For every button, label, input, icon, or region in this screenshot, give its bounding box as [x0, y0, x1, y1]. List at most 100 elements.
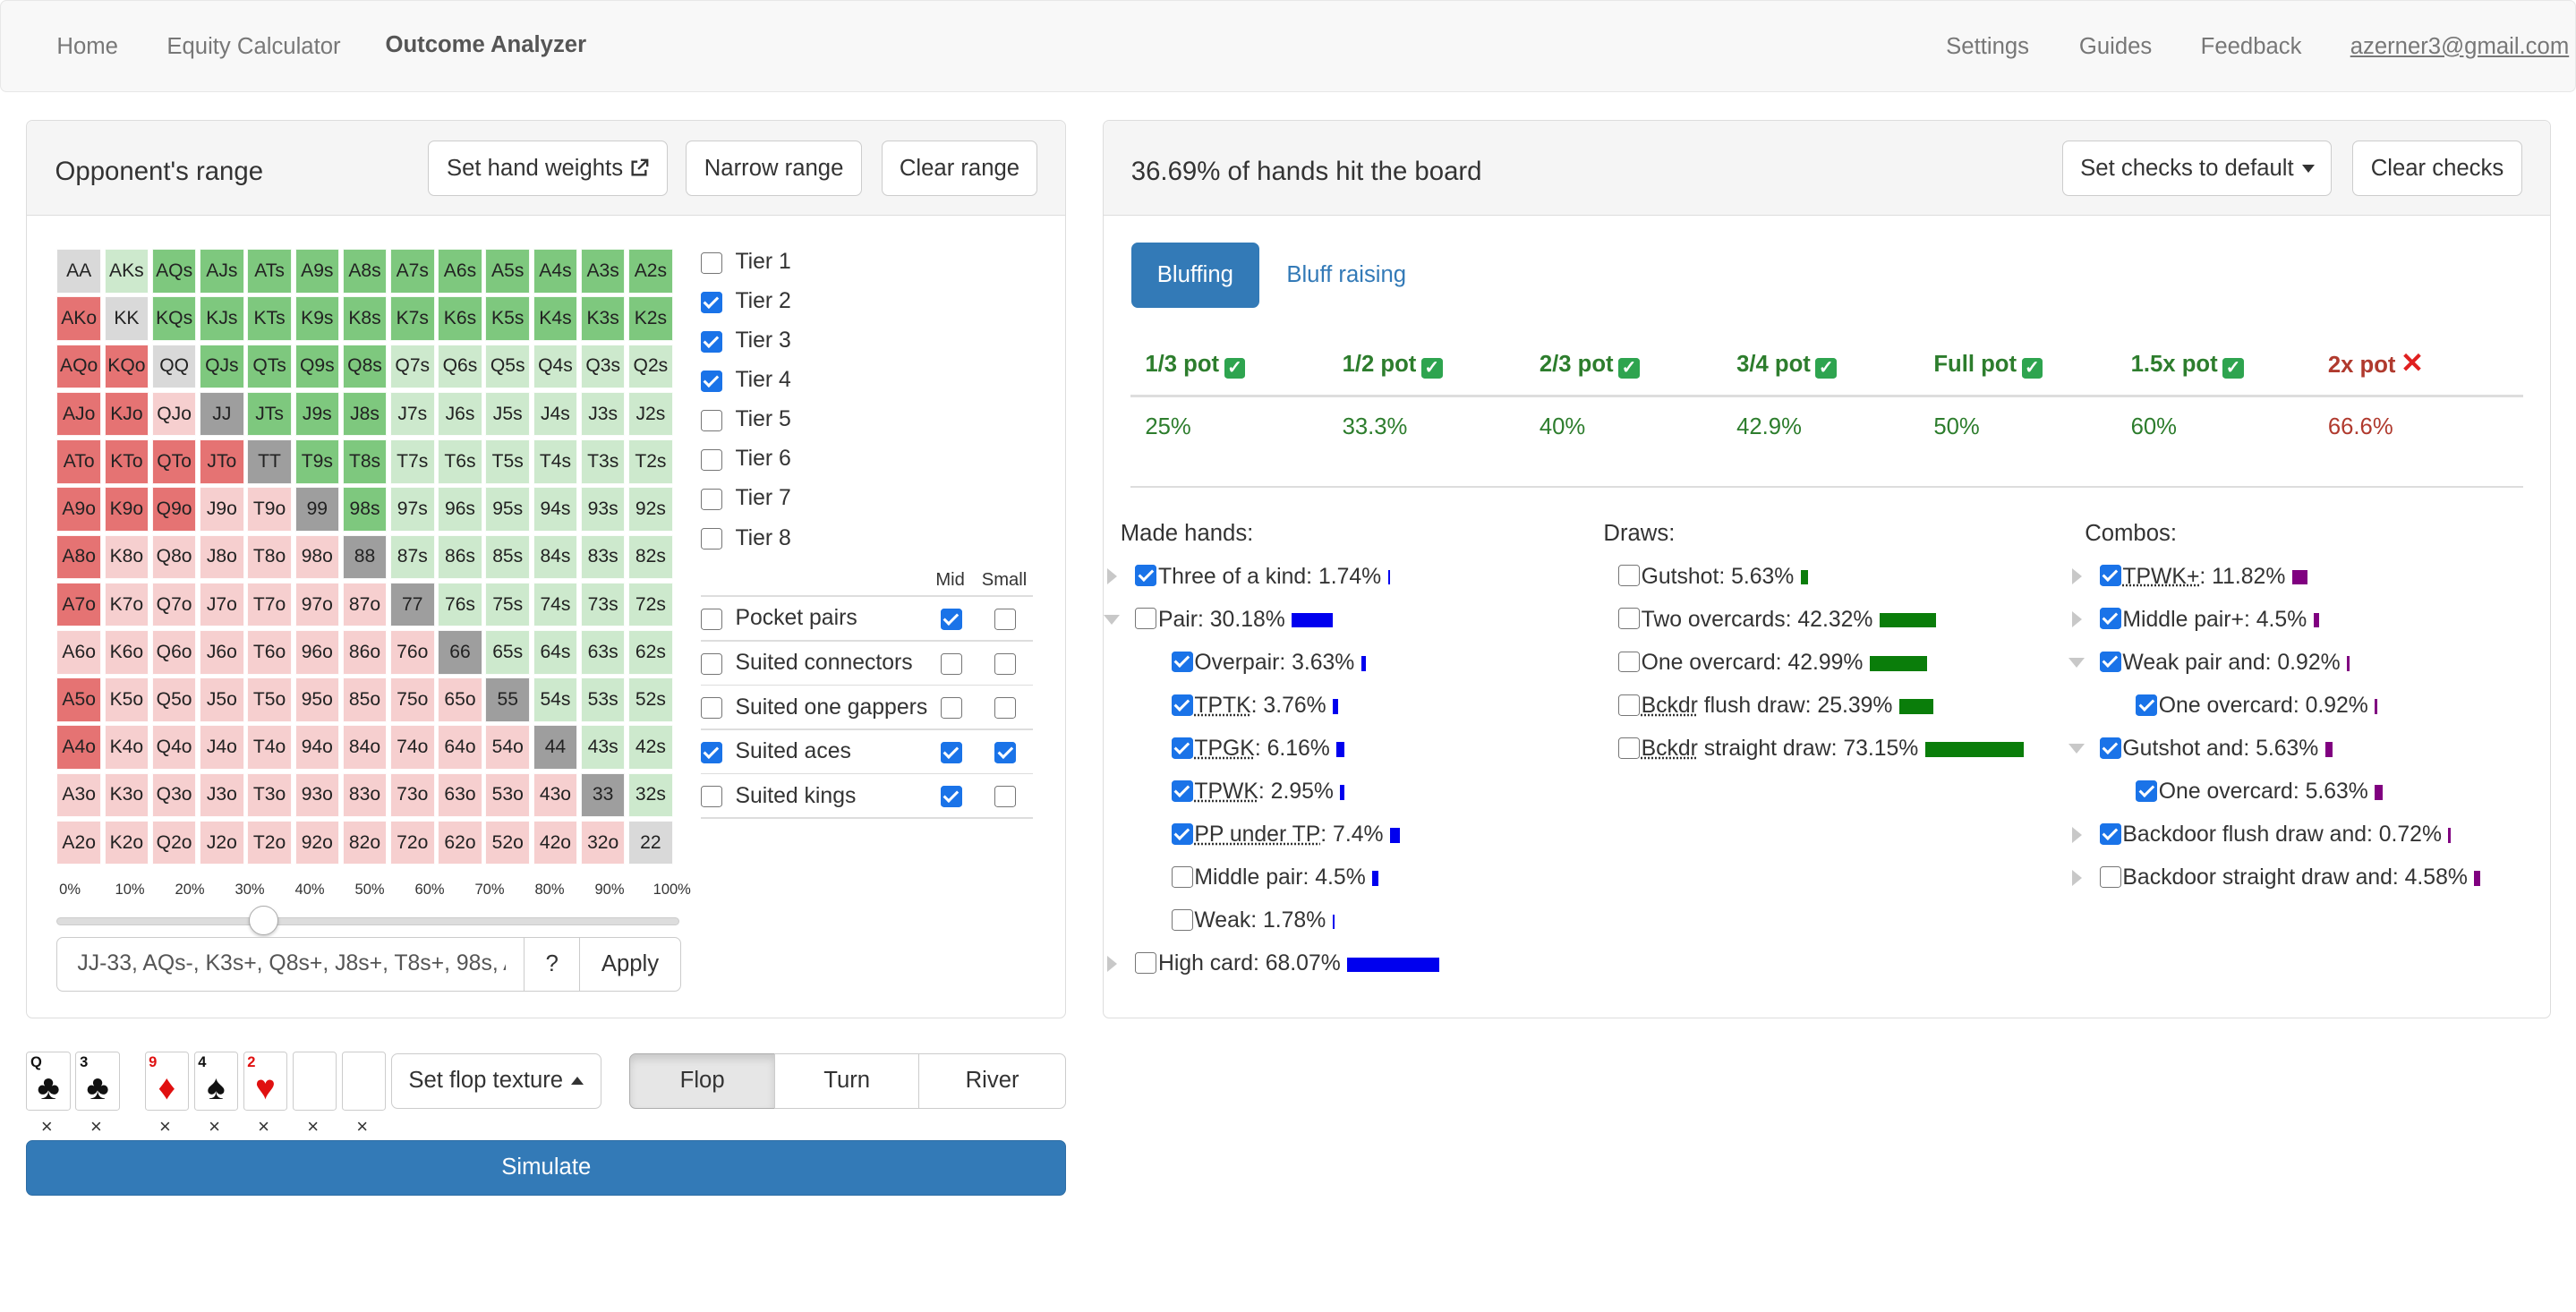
clear-checks-button[interactable]: Clear checks: [2352, 141, 2523, 196]
remove-card-icon[interactable]: ×: [307, 1115, 319, 1138]
group-mid-checkbox[interactable]: [941, 609, 962, 630]
clear-range-button[interactable]: Clear range: [882, 141, 1037, 196]
hand-cell[interactable]: 73s: [581, 583, 626, 627]
hand-cell[interactable]: Q4s: [533, 345, 578, 389]
hand-cell[interactable]: 95s: [485, 487, 530, 532]
category-checkbox[interactable]: [1135, 608, 1156, 629]
hand-cell[interactable]: K7s: [390, 296, 435, 341]
hand-cell[interactable]: 96o: [295, 630, 340, 675]
group-label[interactable]: Pocket pairs: [735, 605, 857, 631]
hand-cell[interactable]: J8s: [343, 392, 388, 437]
hand-cell[interactable]: T5s: [485, 439, 530, 484]
hand-cell[interactable]: 82s: [628, 535, 673, 580]
hand-cell[interactable]: T7o: [247, 583, 292, 627]
group-checkbox[interactable]: [701, 742, 722, 763]
hand-cell[interactable]: AJo: [56, 392, 101, 437]
hand-cell[interactable]: 54s: [533, 677, 578, 722]
expand-toggle-icon[interactable]: [1107, 568, 1117, 584]
hand-cell[interactable]: A8s: [343, 249, 388, 294]
hand-cell[interactable]: T2s: [628, 439, 673, 484]
hand-cell[interactable]: AKo: [56, 296, 101, 341]
hand-cell[interactable]: QQ: [152, 345, 197, 389]
category-checkbox[interactable]: [2136, 694, 2157, 716]
group-mid-checkbox[interactable]: [941, 653, 962, 675]
group-checkbox[interactable]: [701, 653, 722, 675]
tier-label[interactable]: Tier 8: [735, 525, 790, 551]
hand-cell[interactable]: Q2o: [152, 821, 197, 865]
hand-cell[interactable]: J3o: [200, 773, 244, 818]
hand-cell[interactable]: 77: [390, 583, 435, 627]
hand-cell[interactable]: 84s: [533, 535, 578, 580]
hand-cell[interactable]: K4s: [533, 296, 578, 341]
hand-cell[interactable]: K4o: [105, 725, 149, 770]
hand-cell[interactable]: 94s: [533, 487, 578, 532]
hand-cell[interactable]: 83o: [343, 773, 388, 818]
hand-cell[interactable]: 98s: [343, 487, 388, 532]
hand-cell[interactable]: A2o: [56, 821, 101, 865]
hand-cell[interactable]: 88: [343, 535, 388, 580]
category-checkbox[interactable]: [1618, 694, 1640, 716]
tier-checkbox[interactable]: [701, 371, 722, 392]
hand-cell[interactable]: 55: [485, 677, 530, 722]
category-checkbox[interactable]: [1618, 737, 1640, 759]
tier-checkbox[interactable]: [701, 449, 722, 471]
hand-cell[interactable]: Q8s: [343, 345, 388, 389]
hand-cell[interactable]: QJo: [152, 392, 197, 437]
hand-cell[interactable]: 83s: [581, 535, 626, 580]
board-card-slot[interactable]: 4 ♠: [194, 1052, 239, 1111]
hand-cell[interactable]: 99: [295, 487, 340, 532]
hand-cell[interactable]: Q9s: [295, 345, 340, 389]
expand-toggle-icon[interactable]: [2072, 611, 2082, 627]
hand-cell[interactable]: 98o: [295, 535, 340, 580]
hand-cell[interactable]: 42s: [628, 725, 673, 770]
board-card-slot[interactable]: [342, 1052, 387, 1111]
hand-cell[interactable]: K6o: [105, 630, 149, 675]
hand-cell[interactable]: 64s: [533, 630, 578, 675]
hand-cell[interactable]: AJs: [200, 249, 244, 294]
hand-cell[interactable]: 66: [438, 630, 482, 675]
hand-cell[interactable]: J8o: [200, 535, 244, 580]
board-card-slot[interactable]: 2 ♥: [243, 1052, 288, 1111]
hand-cell[interactable]: 75s: [485, 583, 530, 627]
category-checkbox[interactable]: [1172, 909, 1193, 931]
hand-cell[interactable]: T7s: [390, 439, 435, 484]
hand-cell[interactable]: 22: [628, 821, 673, 865]
hand-cell[interactable]: 97o: [295, 583, 340, 627]
hand-cell[interactable]: 86s: [438, 535, 482, 580]
tier-checkbox[interactable]: [701, 528, 722, 550]
board-card-slot[interactable]: 3 ♣: [75, 1052, 120, 1111]
apply-range-button[interactable]: Apply: [579, 937, 681, 992]
hand-cell[interactable]: 74o: [390, 725, 435, 770]
category-checkbox[interactable]: [2100, 608, 2121, 629]
hand-cell[interactable]: 85o: [343, 677, 388, 722]
hand-cell[interactable]: A2s: [628, 249, 673, 294]
tier-checkbox[interactable]: [701, 489, 722, 510]
hand-cell[interactable]: T5o: [247, 677, 292, 722]
expand-toggle-icon[interactable]: [2072, 827, 2082, 843]
hand-cell[interactable]: 63o: [438, 773, 482, 818]
hand-cell[interactable]: K8s: [343, 296, 388, 341]
nav-feedback-link[interactable]: Feedback: [2201, 34, 2302, 60]
board-card-slot[interactable]: 9 ♦: [145, 1052, 190, 1111]
simulate-button[interactable]: Simulate: [26, 1140, 1066, 1196]
hand-cell[interactable]: J4o: [200, 725, 244, 770]
category-checkbox[interactable]: [1618, 565, 1640, 586]
set-flop-texture-dropdown[interactable]: Set flop texture: [391, 1053, 601, 1109]
hand-cell[interactable]: J9s: [295, 392, 340, 437]
hand-cell[interactable]: 95o: [295, 677, 340, 722]
category-checkbox[interactable]: [1135, 952, 1156, 974]
hand-cell[interactable]: K8o: [105, 535, 149, 580]
hand-cell[interactable]: Q6s: [438, 345, 482, 389]
group-small-checkbox[interactable]: [994, 697, 1016, 719]
hand-cell[interactable]: T4s: [533, 439, 578, 484]
group-mid-checkbox[interactable]: [941, 742, 962, 763]
nav-account-email-link[interactable]: azerner3@gmail.com: [2350, 34, 2570, 60]
hand-cell[interactable]: J2s: [628, 392, 673, 437]
group-small-checkbox[interactable]: [994, 609, 1016, 630]
hand-cell[interactable]: 92o: [295, 821, 340, 865]
hand-cell[interactable]: T6s: [438, 439, 482, 484]
hand-cell[interactable]: K3s: [581, 296, 626, 341]
board-card-slot[interactable]: Q ♣: [26, 1052, 71, 1111]
hand-cell[interactable]: 74s: [533, 583, 578, 627]
hand-cell[interactable]: T4o: [247, 725, 292, 770]
